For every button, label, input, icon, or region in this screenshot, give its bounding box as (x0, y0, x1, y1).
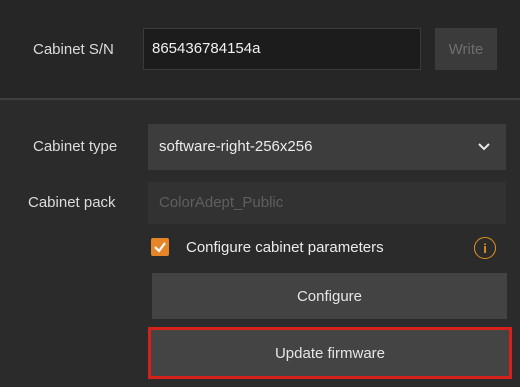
cabinet-sn-label: Cabinet S/N (33, 41, 114, 58)
configure-params-label[interactable]: Configure cabinet parameters (186, 238, 384, 258)
info-icon[interactable]: i (474, 237, 496, 259)
cabinet-type-select[interactable]: software-right-256x256 (148, 124, 506, 170)
write-button[interactable]: Write (435, 28, 497, 70)
section-divider (0, 98, 520, 100)
update-firmware-button[interactable]: Update firmware (148, 327, 512, 379)
cabinet-type-label: Cabinet type (33, 138, 118, 155)
configure-button[interactable]: Configure (152, 273, 507, 319)
cabinet-pack-label: Cabinet pack (28, 194, 116, 211)
chevron-down-icon (478, 143, 490, 151)
checkmark-icon (154, 242, 166, 253)
cabinet-pack-input: ColorAdept_Public (148, 182, 506, 224)
cabinet-sn-input[interactable]: 865436784154a (143, 28, 421, 70)
configure-params-checkbox[interactable] (151, 238, 169, 256)
cabinet-type-value: software-right-256x256 (159, 138, 313, 155)
